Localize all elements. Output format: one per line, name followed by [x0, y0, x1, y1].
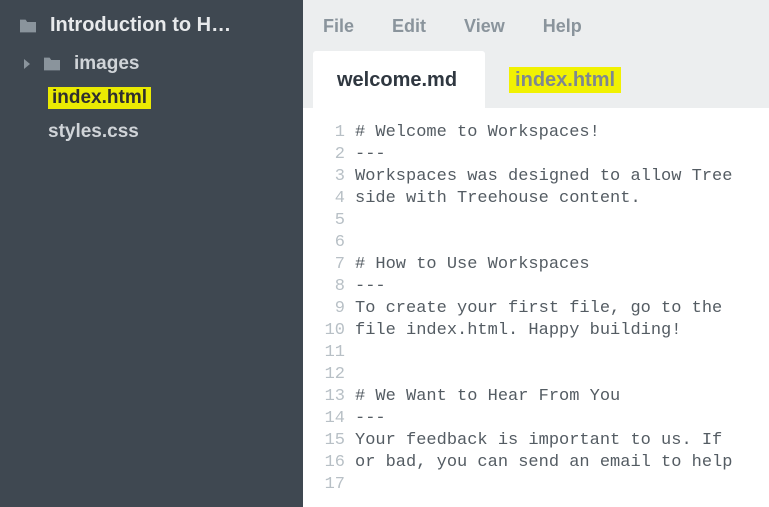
line-number: 4 — [303, 188, 345, 210]
line-number: 13 — [303, 386, 345, 408]
code-line: # We Want to Hear From You — [355, 386, 769, 408]
code-line: To create your first file, go to the — [355, 298, 769, 320]
menu-help[interactable]: Help — [543, 16, 582, 37]
line-number: 17 — [303, 474, 345, 496]
code-line: side with Treehouse content. — [355, 188, 769, 210]
folder-icon — [18, 18, 38, 34]
tree-folder-images[interactable]: images — [0, 47, 303, 81]
line-number: 16 — [303, 452, 345, 474]
code-content[interactable]: # Welcome to Workspaces!---Workspaces wa… — [355, 122, 769, 507]
code-line: Workspaces was designed to allow Tree — [355, 166, 769, 188]
tab-label: welcome.md — [337, 69, 457, 91]
menu-edit[interactable]: Edit — [392, 16, 426, 37]
code-line: --- — [355, 276, 769, 298]
line-number: 9 — [303, 298, 345, 320]
menu-file[interactable]: File — [323, 16, 354, 37]
code-line: --- — [355, 144, 769, 166]
main-area: File Edit View Help welcome.md index.htm… — [303, 0, 769, 507]
menu-bar: File Edit View Help — [303, 0, 769, 51]
code-line — [355, 342, 769, 364]
code-line: or bad, you can send an email to help — [355, 452, 769, 474]
code-line — [355, 364, 769, 386]
tree-file-index-html[interactable]: index.html — [0, 81, 303, 115]
code-line — [355, 232, 769, 254]
code-line: file index.html. Happy building! — [355, 320, 769, 342]
line-number: 1 — [303, 122, 345, 144]
project-root[interactable]: Introduction to H… — [0, 8, 303, 47]
code-line: --- — [355, 408, 769, 430]
line-number: 6 — [303, 232, 345, 254]
tree-item-label: index.html — [48, 87, 151, 109]
tree-file-styles-css[interactable]: styles.css — [0, 115, 303, 149]
tree-item-label: styles.css — [48, 121, 139, 143]
tab-index-html[interactable]: index.html — [485, 51, 649, 108]
line-number: 12 — [303, 364, 345, 386]
folder-icon — [42, 56, 62, 72]
tab-label: index.html — [509, 67, 621, 93]
code-line — [355, 210, 769, 232]
code-line — [355, 474, 769, 496]
project-root-label: Introduction to H… — [50, 14, 231, 37]
line-number: 15 — [303, 430, 345, 452]
tab-welcome-md[interactable]: welcome.md — [313, 51, 485, 108]
menu-view[interactable]: View — [464, 16, 505, 37]
line-number: 11 — [303, 342, 345, 364]
line-gutter: 1234567891011121314151617 — [303, 122, 355, 507]
line-number: 8 — [303, 276, 345, 298]
code-editor[interactable]: 1234567891011121314151617 # Welcome to W… — [303, 108, 769, 507]
code-line: # How to Use Workspaces — [355, 254, 769, 276]
tree-item-label: images — [74, 53, 139, 75]
line-number: 14 — [303, 408, 345, 430]
line-number: 2 — [303, 144, 345, 166]
code-line: Your feedback is important to us. If — [355, 430, 769, 452]
caret-right-icon — [22, 59, 32, 69]
line-number: 3 — [303, 166, 345, 188]
line-number: 5 — [303, 210, 345, 232]
file-tree-sidebar: Introduction to H… images index.html sty… — [0, 0, 303, 507]
line-number: 7 — [303, 254, 345, 276]
code-line: # Welcome to Workspaces! — [355, 122, 769, 144]
tab-bar: welcome.md index.html — [303, 51, 769, 108]
line-number: 10 — [303, 320, 345, 342]
